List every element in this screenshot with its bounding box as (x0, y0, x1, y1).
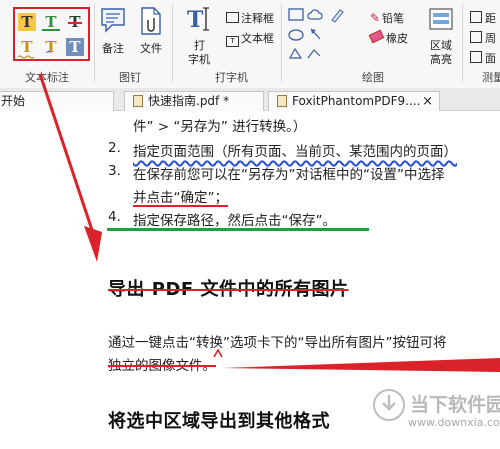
red-arrow-shaft (38, 73, 95, 234)
red-arrow-tail (222, 358, 500, 372)
watermark-text: 当下软件园 (410, 394, 500, 416)
site-watermark: 当下软件园 www.downxia.com (372, 382, 500, 446)
red-arrow-head (84, 226, 102, 262)
red-insert-caret (213, 348, 223, 358)
watermark-url: www.downxia.com (408, 416, 500, 429)
watermark-logo-icon (373, 389, 405, 421)
